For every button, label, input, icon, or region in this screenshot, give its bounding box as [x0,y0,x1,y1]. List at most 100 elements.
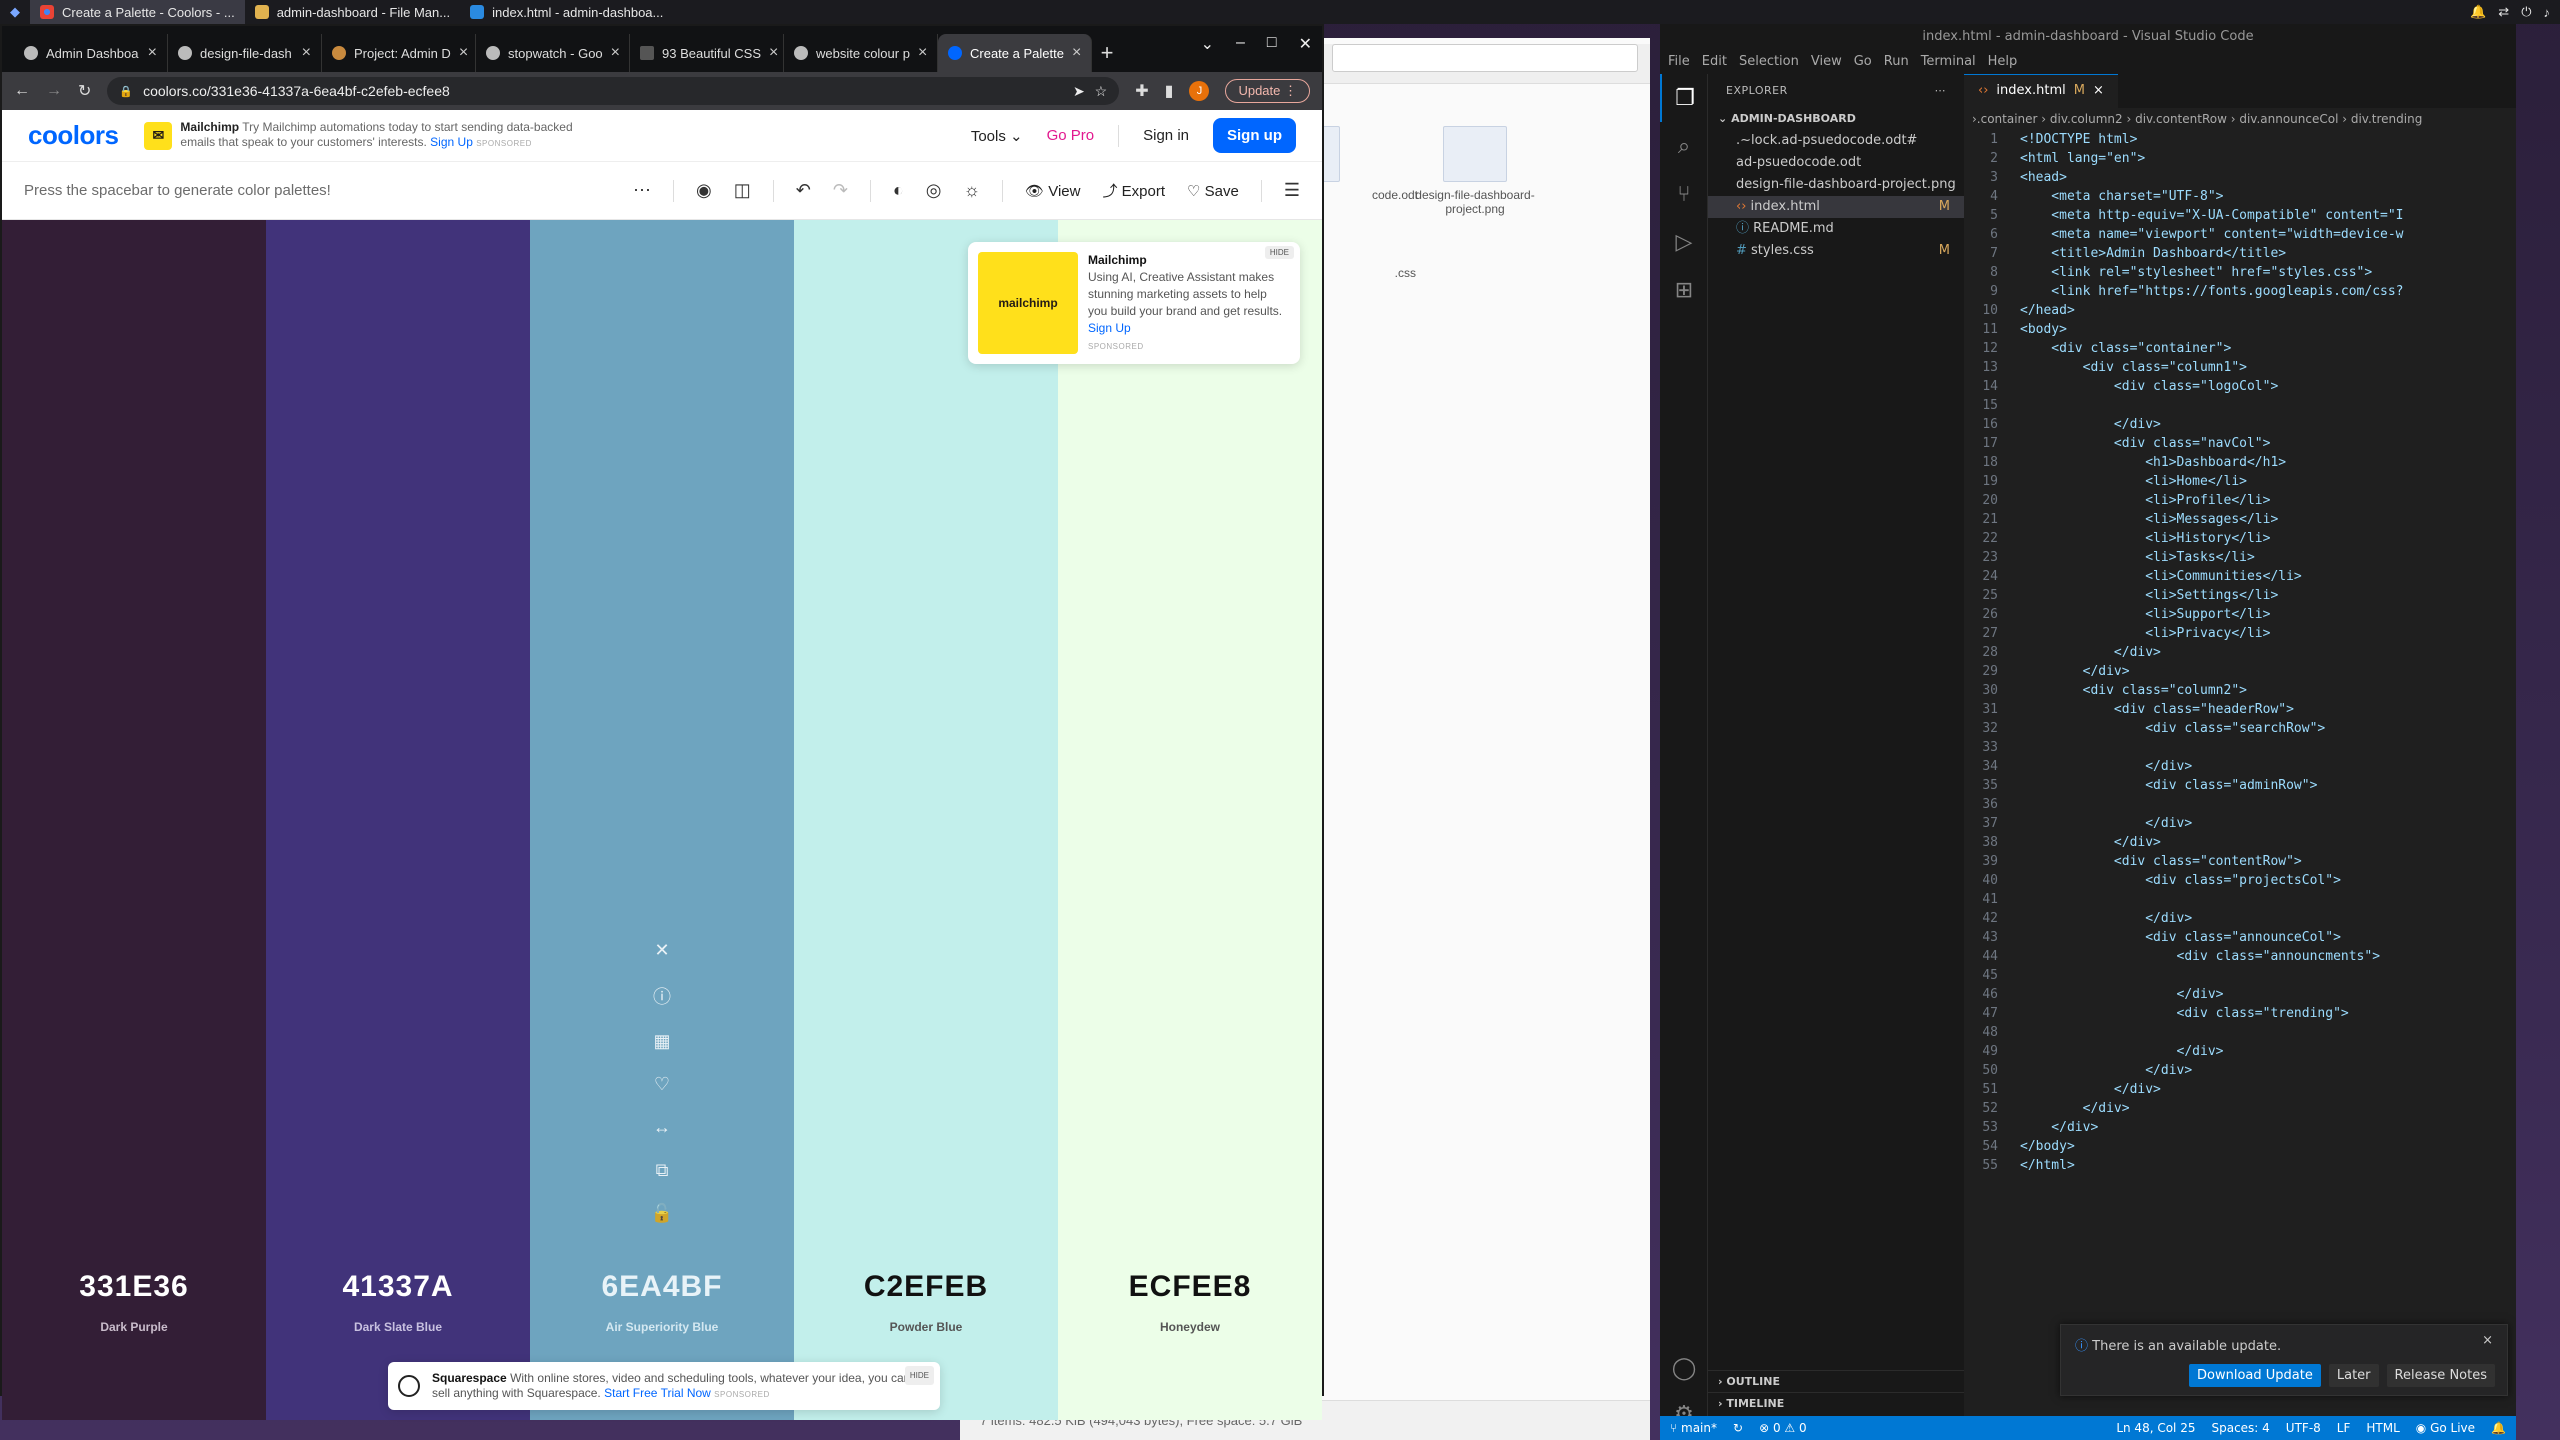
account-icon[interactable]: ◯ [1660,1344,1708,1392]
search-icon[interactable]: ⌕ [1660,122,1708,170]
file-entry[interactable]: ‹› index.html M [1708,196,1964,218]
close-icon[interactable]: × [459,44,468,62]
favorite-heart-icon[interactable]: ♡ [654,1074,670,1095]
sign-in-link[interactable]: Sign in [1143,127,1189,144]
code-line[interactable]: 33 [1964,738,2516,757]
code-line[interactable]: 9 <link href="https://fonts.googleapis.c… [1964,282,2516,301]
code-line[interactable]: 35 <div class="adminRow"> [1964,776,2516,795]
layout-icon[interactable]: ◫ [734,180,751,201]
later-button[interactable]: Later [2328,1364,2379,1387]
code-line[interactable]: 19 <li>Home</li> [1964,472,2516,491]
go-pro-link[interactable]: Go Pro [1047,127,1095,144]
code-editor[interactable]: 1 <!DOCTYPE html> 2 <html lang="en"> 3 <head>… [1964,130,2516,1310]
redo-icon[interactable]: ↷ [833,180,848,201]
indentation[interactable]: Spaces: 4 [2211,1421,2269,1435]
shades-grid-icon[interactable]: ▦ [653,1031,670,1052]
code-line[interactable]: 45 [1964,966,2516,985]
header-ad[interactable]: Mailchimp Try Mailchimp automations toda… [180,120,600,151]
code-line[interactable]: 34 </div> [1964,757,2516,776]
outline-section[interactable]: › OUTLINE [1708,1370,1964,1392]
swatch-hex[interactable]: ECFEE8 [1058,1270,1322,1304]
code-line[interactable]: 32 <div class="searchRow"> [1964,719,2516,738]
code-line[interactable]: 8 <link rel="stylesheet" href="styles.cs… [1964,263,2516,282]
reload-icon[interactable]: ↻ [78,81,91,101]
code-line[interactable]: 39 <div class="contentRow"> [1964,852,2516,871]
code-line[interactable]: 41 [1964,890,2516,909]
explorer-files-icon[interactable]: ❐ [1660,74,1708,122]
drag-arrows-icon[interactable]: ↔ [653,1117,671,1138]
camera-icon[interactable]: ◉ [696,180,712,201]
branch-indicator[interactable]: ⑂ main* [1670,1421,1717,1435]
line-ending[interactable]: LF [2337,1421,2351,1435]
problems-indicator[interactable]: ⊗ 0 ⚠ 0 [1759,1421,1807,1435]
code-line[interactable]: 20 <li>Profile</li> [1964,491,2516,510]
close-window-icon[interactable]: ✕ [1299,34,1312,54]
view-button[interactable]: 👁 View [1025,182,1080,200]
code-line[interactable]: 12 <div class="container"> [1964,339,2516,358]
code-line[interactable]: 36 [1964,795,2516,814]
code-line[interactable]: 13 <div class="column1"> [1964,358,2516,377]
tab-project[interactable]: Project: Admin D × [322,34,476,72]
code-line[interactable]: 15 [1964,396,2516,415]
network-icon[interactable]: ⇄ [2498,4,2509,20]
code-line[interactable]: 38 </div> [1964,833,2516,852]
notification-bell-icon[interactable]: 🔔 [2470,4,2486,20]
menu-run[interactable]: Run [1884,50,1909,74]
code-line[interactable]: 49 </div> [1964,1042,2516,1061]
code-line[interactable]: 54 </body> [1964,1137,2516,1156]
taskbar-app-filemanager[interactable]: admin-dashboard - File Man... [245,0,460,24]
menu-go[interactable]: Go [1854,50,1872,74]
profile-avatar[interactable]: J [1189,81,1210,101]
code-line[interactable]: 4 <meta charset="UTF-8"> [1964,187,2516,206]
swatch-1[interactable]: 331E36 Dark Purple [2,220,266,1420]
close-icon[interactable]: × [2093,75,2104,108]
menu-help[interactable]: Help [1988,50,2018,74]
taskbar-app-chrome[interactable]: Create a Palette - Coolors - ... [30,0,245,24]
go-live-button[interactable]: ◉ Go Live [2416,1421,2475,1435]
code-line[interactable]: 46 </div> [1964,985,2516,1004]
swatch-hex[interactable]: 6EA4BF [530,1270,794,1304]
tab-admin-dashboard[interactable]: Admin Dashboa × [14,34,168,72]
file-manager-path-bar[interactable] [1332,44,1638,72]
code-line[interactable]: 2 <html lang="en"> [1964,149,2516,168]
code-line[interactable]: 14 <div class="logoCol"> [1964,377,2516,396]
tab-website-colour[interactable]: website colour p × [784,34,938,72]
code-line[interactable]: 6 <meta name="viewport" content="width=d… [1964,225,2516,244]
timeline-section[interactable]: › TIMELINE [1708,1392,1964,1414]
encoding[interactable]: UTF-8 [2286,1421,2321,1435]
code-line[interactable]: 53 </div> [1964,1118,2516,1137]
glasses-icon[interactable]: ◎ [926,180,942,201]
code-line[interactable]: 43 <div class="announceCol"> [1964,928,2516,947]
save-button[interactable]: ♡ Save [1187,182,1239,200]
code-line[interactable]: 18 <h1>Dashboard</h1> [1964,453,2516,472]
export-button[interactable]: ⤴ Export [1102,180,1165,201]
code-line[interactable]: 7 <title>Admin Dashboard</title> [1964,244,2516,263]
code-line[interactable]: 23 <li>Tasks</li> [1964,548,2516,567]
close-icon[interactable]: × [302,44,311,62]
code-line[interactable]: 24 <li>Communities</li> [1964,567,2516,586]
lock-icon[interactable]: 🔓 [651,1203,673,1224]
code-line[interactable]: 48 [1964,1023,2516,1042]
swatch-3[interactable]: ✕ ⓘ ▦ ♡ ↔ ⧉ 🔓 6EA4BF Air Superiority Blu… [530,220,794,1420]
power-icon[interactable]: ⏻ [2521,4,2531,20]
file-entry[interactable]: design-file-dashboard-project.png [1708,174,1964,196]
tab-create-palette[interactable]: Create a Palette × [938,34,1092,72]
code-line[interactable]: 37 </div> [1964,814,2516,833]
language-mode[interactable]: HTML [2366,1421,2399,1435]
swatch-2[interactable]: 41337A Dark Slate Blue [266,220,530,1420]
undo-icon[interactable]: ↶ [796,180,811,201]
code-line[interactable]: 17 <div class="navCol"> [1964,434,2516,453]
ad-signup-link[interactable]: Sign Up [430,135,473,149]
side-panel-icon[interactable]: ▮ [1165,81,1174,101]
back-arrow-icon[interactable]: ← [14,82,30,100]
extensions-icon[interactable]: ✚ [1135,81,1148,101]
update-button[interactable]: Update ⋮ [1225,79,1310,103]
code-line[interactable]: 25 <li>Settings</li> [1964,586,2516,605]
code-line[interactable]: 50 </div> [1964,1061,2516,1080]
download-update-button[interactable]: Download Update [2189,1364,2321,1387]
send-icon[interactable]: ➤ [1073,83,1085,100]
folder-admin-dashboard[interactable]: ⌄ ADMIN-DASHBOARD [1708,108,1964,130]
cursor-position[interactable]: Ln 48, Col 25 [2116,1421,2195,1435]
taskbar-app-vscode[interactable]: index.html - admin-dashboa... [460,0,673,24]
extensions-icon[interactable]: ⊞ [1660,266,1708,314]
